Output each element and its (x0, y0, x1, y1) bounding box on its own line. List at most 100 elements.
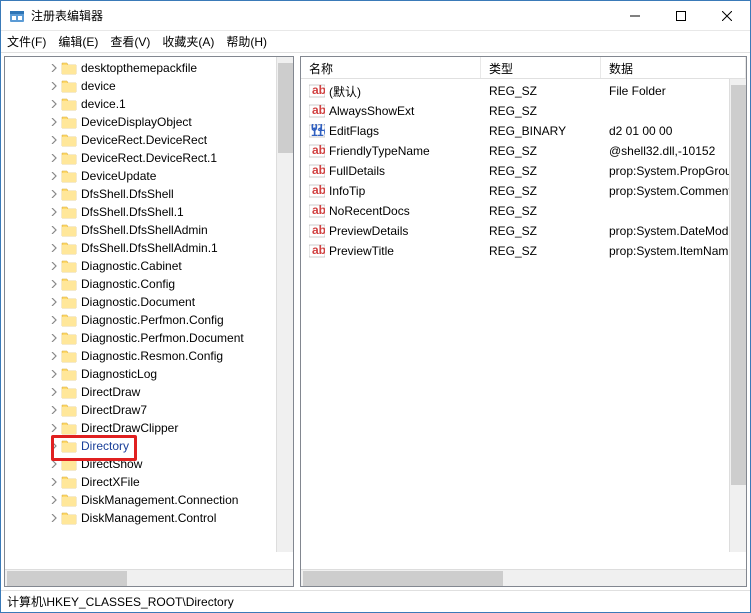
menu-view[interactable]: 查看(V) (110, 33, 150, 50)
chevron-right-icon[interactable] (49, 225, 59, 235)
menu-edit[interactable]: 编辑(E) (58, 33, 98, 50)
tree-item[interactable]: DiskManagement.Control (5, 509, 293, 527)
chevron-right-icon[interactable] (49, 423, 59, 433)
values-scrollbar-vertical[interactable] (729, 79, 746, 552)
tree-item[interactable]: DirectDrawClipper (5, 419, 293, 437)
list-row[interactable]: InfoTipREG_SZprop:System.Comment (301, 181, 746, 201)
chevron-right-icon[interactable] (49, 99, 59, 109)
chevron-right-icon[interactable] (49, 315, 59, 325)
list-row[interactable]: AlwaysShowExtREG_SZ (301, 101, 746, 121)
tree-label: DirectShow (81, 457, 142, 471)
chevron-right-icon[interactable] (49, 477, 59, 487)
chevron-right-icon[interactable] (49, 243, 59, 253)
window-title: 注册表编辑器 (31, 7, 612, 24)
tree-label: DfsShell.DfsShellAdmin (81, 223, 208, 237)
chevron-right-icon[interactable] (49, 63, 59, 73)
tree-item[interactable]: DfsShell.DfsShell.1 (5, 203, 293, 221)
chevron-right-icon[interactable] (49, 81, 59, 91)
registry-tree[interactable]: desktopthemepackfiledevice device.1 Device… (5, 57, 293, 529)
chevron-right-icon[interactable] (49, 495, 59, 505)
folder-icon (61, 475, 77, 489)
value-type: REG_SZ (481, 164, 601, 178)
chevron-right-icon[interactable] (49, 189, 59, 199)
maximize-button[interactable] (658, 1, 704, 30)
close-button[interactable] (704, 1, 750, 30)
chevron-right-icon[interactable] (49, 513, 59, 523)
chevron-right-icon[interactable] (49, 135, 59, 145)
chevron-right-icon[interactable] (49, 405, 59, 415)
chevron-right-icon[interactable] (49, 153, 59, 163)
tree-item[interactable]: DfsShell.DfsShell (5, 185, 293, 203)
chevron-right-icon[interactable] (49, 441, 59, 451)
chevron-right-icon[interactable] (49, 171, 59, 181)
col-data[interactable]: 数据 (601, 57, 746, 78)
chevron-right-icon[interactable] (49, 459, 59, 469)
tree-label: DeviceRect.DeviceRect.1 (81, 151, 217, 165)
tree-item[interactable]: Diagnostic.Document (5, 293, 293, 311)
chevron-right-icon[interactable] (49, 369, 59, 379)
chevron-right-icon[interactable] (49, 207, 59, 217)
tree-item[interactable]: device.1 (5, 95, 293, 113)
chevron-right-icon[interactable] (49, 297, 59, 307)
chevron-right-icon[interactable] (49, 333, 59, 343)
value-icon (309, 204, 325, 218)
menu-file[interactable]: 文件(F) (7, 33, 46, 50)
tree-item[interactable]: Diagnostic.Resmon.Config (5, 347, 293, 365)
minimize-button[interactable] (612, 1, 658, 30)
folder-icon (61, 151, 77, 165)
list-row[interactable]: NoRecentDocsREG_SZ (301, 201, 746, 221)
tree-item[interactable]: Directory (5, 437, 293, 455)
tree-item[interactable]: DirectDraw7 (5, 401, 293, 419)
value-type: REG_SZ (481, 184, 601, 198)
values-list[interactable]: (默认)REG_SZFile FolderAlwaysShowExtREG_SZ… (301, 79, 746, 263)
tree-item[interactable]: Diagnostic.Perfmon.Document (5, 329, 293, 347)
chevron-right-icon[interactable] (49, 117, 59, 127)
value-name: PreviewDetails (329, 224, 408, 238)
tree-item[interactable]: Diagnostic.Perfmon.Config (5, 311, 293, 329)
list-row[interactable]: PreviewTitleREG_SZprop:System.ItemNam (301, 241, 746, 261)
values-header: 名称 类型 数据 (301, 57, 746, 79)
chevron-right-icon[interactable] (49, 387, 59, 397)
tree-item[interactable]: DeviceDisplayObject (5, 113, 293, 131)
list-row[interactable]: PreviewDetailsREG_SZprop:System.DateMod (301, 221, 746, 241)
col-name[interactable]: 名称 (301, 57, 481, 78)
tree-item[interactable]: device (5, 77, 293, 95)
value-type: REG_BINARY (481, 124, 601, 138)
menu-favorites[interactable]: 收藏夹(A) (162, 33, 214, 50)
value-type: REG_SZ (481, 204, 601, 218)
col-type[interactable]: 类型 (481, 57, 601, 78)
tree-item[interactable]: Diagnostic.Config (5, 275, 293, 293)
folder-icon (61, 187, 77, 201)
menu-help[interactable]: 帮助(H) (226, 33, 267, 50)
tree-item[interactable]: DfsShell.DfsShellAdmin (5, 221, 293, 239)
tree-item[interactable]: Diagnostic.Cabinet (5, 257, 293, 275)
values-scrollbar-horizontal[interactable] (301, 569, 746, 586)
tree-item[interactable]: DirectShow (5, 455, 293, 473)
tree-scrollbar-horizontal[interactable] (5, 569, 293, 586)
tree-item[interactable]: DirectDraw (5, 383, 293, 401)
folder-icon (61, 205, 77, 219)
tree-label: Diagnostic.Config (81, 277, 175, 291)
tree-item[interactable]: DfsShell.DfsShellAdmin.1 (5, 239, 293, 257)
value-data: prop:System.PropGrou (601, 164, 746, 178)
tree-label: Diagnostic.Perfmon.Config (81, 313, 224, 327)
tree-item[interactable]: DirectXFile (5, 473, 293, 491)
list-row[interactable]: (默认)REG_SZFile Folder (301, 81, 746, 101)
chevron-right-icon[interactable] (49, 261, 59, 271)
list-row[interactable]: FullDetailsREG_SZprop:System.PropGrou (301, 161, 746, 181)
tree-item[interactable]: DeviceRect.DeviceRect (5, 131, 293, 149)
tree-item[interactable]: DiskManagement.Connection (5, 491, 293, 509)
tree-label: device.1 (81, 97, 126, 111)
value-name: InfoTip (329, 184, 365, 198)
tree-item[interactable]: desktopthemepackfile (5, 59, 293, 77)
chevron-right-icon[interactable] (49, 279, 59, 289)
chevron-right-icon[interactable] (49, 351, 59, 361)
folder-icon (61, 223, 77, 237)
list-row[interactable]: EditFlagsREG_BINARYd2 01 00 00 (301, 121, 746, 141)
value-name: FriendlyTypeName (329, 144, 430, 158)
tree-item[interactable]: DeviceUpdate (5, 167, 293, 185)
tree-item[interactable]: DiagnosticLog (5, 365, 293, 383)
tree-scrollbar-vertical[interactable] (276, 57, 293, 552)
tree-item[interactable]: DeviceRect.DeviceRect.1 (5, 149, 293, 167)
list-row[interactable]: FriendlyTypeNameREG_SZ@shell32.dll,-1015… (301, 141, 746, 161)
